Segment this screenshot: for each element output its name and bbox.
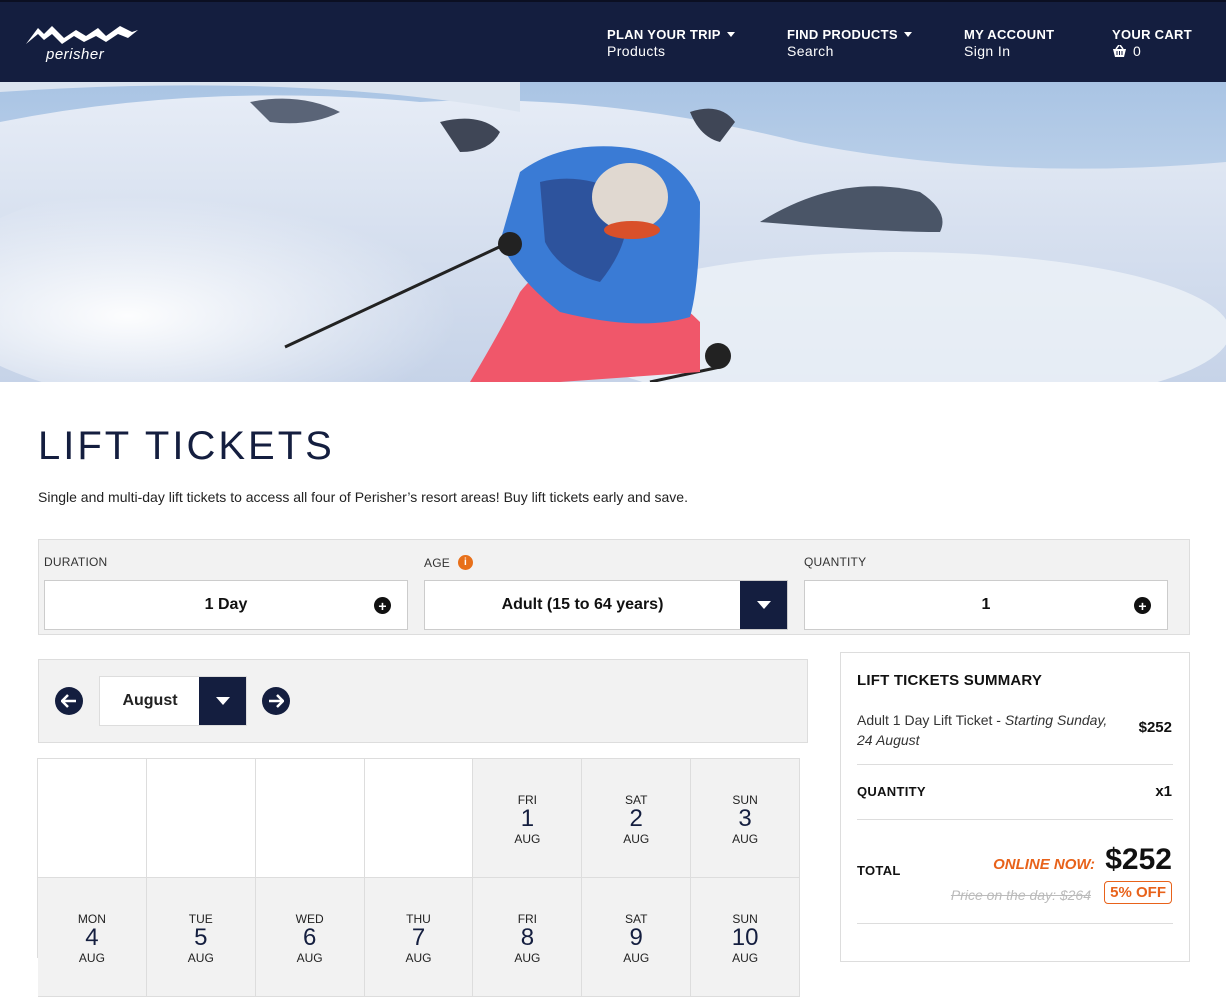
calendar-day[interactable]: FRI 8 AUG (473, 878, 583, 997)
dropdown-arrow-icon[interactable] (740, 581, 787, 629)
calendar-day[interactable]: THU 7 AUG (364, 878, 474, 997)
nav-my-account[interactable]: MY ACCOUNT Sign In (964, 27, 1054, 59)
ticket-options-panel: DURATION 1 Day + AGE i Adult (15 to 64 y… (38, 539, 1190, 635)
lift-tickets-summary: LIFT TICKETS SUMMARY Adult 1 Day Lift Ti… (840, 652, 1190, 962)
info-icon[interactable]: i (457, 555, 473, 570)
calendar-week: FRI 1 AUG SAT 2 AUG SUN 3 AUG (38, 759, 801, 878)
summary-total-label: TOTAL (857, 863, 901, 878)
calendar-empty-cell (255, 759, 365, 878)
calendar-day-number: 1 (520, 805, 535, 832)
calendar-month-abbr: AUG (623, 832, 650, 846)
calendar-empty-cell (38, 759, 147, 878)
calendar-month-abbr: AUG (623, 951, 650, 965)
calendar-month-abbr: AUG (732, 951, 759, 965)
duration-value: 1 Day (204, 596, 248, 613)
page-title: LIFT TICKETS (38, 424, 335, 468)
logo-wordmark: perisher (46, 46, 105, 63)
divider (857, 764, 1173, 765)
nav-your-cart[interactable]: YOUR CART 0 (1112, 27, 1192, 59)
quantity-stepper[interactable]: 1 + (804, 580, 1168, 630)
calendar-day[interactable]: SAT 9 AUG (582, 878, 692, 997)
site-header: perisher PLAN YOUR TRIP Products FIND PR… (0, 0, 1226, 82)
summary-title: LIFT TICKETS SUMMARY (857, 672, 1043, 689)
nav-find-title: FIND PRODUCTS (787, 27, 898, 42)
plus-circle-icon[interactable]: + (374, 597, 391, 614)
calendar-day-number: 8 (520, 924, 535, 951)
age-value: Adult (15 to 64 years) (501, 596, 664, 613)
age-label: AGE i (424, 555, 473, 570)
divider (857, 923, 1173, 924)
summary-item-price: $252 (1138, 719, 1172, 736)
calendar-day[interactable]: SUN 3 AUG (691, 759, 801, 878)
calendar-day[interactable]: FRI 1 AUG (473, 759, 583, 878)
total-price: $252 (1105, 843, 1172, 876)
calendar-day-number: 4 (85, 924, 99, 951)
dropdown-arrow-icon[interactable] (199, 677, 246, 725)
calendar-day-number: 3 (738, 805, 752, 832)
hero-image (0, 82, 1226, 382)
age-select[interactable]: Adult (15 to 64 years) (424, 580, 788, 630)
calendar-day-number: 5 (194, 924, 208, 951)
nav-cart-title: YOUR CART (1112, 27, 1192, 42)
nav-account-title: MY ACCOUNT (964, 27, 1055, 42)
next-month-button[interactable] (262, 687, 290, 715)
calendar-day[interactable]: MON 4 AUG (38, 878, 147, 997)
calendar-day[interactable]: TUE 5 AUG (146, 878, 256, 997)
calendar-empty-cell (146, 759, 256, 878)
caret-down-icon (726, 32, 735, 37)
month-value: August (122, 692, 178, 709)
cart-count: 0 (1133, 43, 1142, 59)
caret-down-icon (903, 32, 912, 37)
basket-icon (1113, 44, 1126, 57)
calendar-month-abbr: AUG (405, 951, 432, 965)
nav-account-sub: Sign In (964, 43, 1011, 59)
calendar-empty-cell (364, 759, 474, 878)
calendar-day[interactable]: SAT 2 AUG (582, 759, 692, 878)
calendar-month-abbr: AUG (187, 951, 214, 965)
duration-label: DURATION (44, 555, 108, 569)
calendar-day-number: 6 (302, 924, 317, 951)
arrow-left-icon (61, 694, 76, 708)
calendar-day-number: 7 (411, 924, 426, 951)
calendar-week: MON 4 AUG TUE 5 AUG WED 6 AUG THU 7 AUG FRI 8 AUG SAT 9 A… (38, 878, 801, 997)
nav-find-sub: Search (787, 43, 834, 59)
arrow-right-icon (269, 694, 284, 708)
page-intro: Single and multi-day lift tickets to acc… (38, 489, 688, 505)
month-select[interactable]: August (99, 676, 247, 726)
nav-find-products[interactable]: FIND PRODUCTS Search (787, 27, 912, 59)
nav-plan-sub: Products (607, 43, 666, 59)
calendar-month-abbr: AUG (78, 951, 105, 965)
discount-badge: 5% OFF (1104, 881, 1172, 904)
month-navigation: August (38, 659, 808, 743)
price-on-the-day: Price on the day: $264 (950, 887, 1091, 903)
calendar-day[interactable]: WED 6 AUG (255, 878, 365, 997)
summary-quantity-label: QUANTITY (857, 784, 926, 799)
nav-plan-title: PLAN YOUR TRIP (607, 27, 721, 42)
divider (857, 819, 1173, 820)
summary-item-name: Adult 1 Day Lift Ticket - (857, 712, 1005, 728)
online-now-label: ONLINE NOW: (993, 856, 1095, 873)
plus-circle-icon[interactable]: + (1134, 597, 1151, 614)
calendar-grid: FRI 1 AUG SAT 2 AUG SUN 3 AUG MON 4 AUG TUE 5 AUG WED 6 A… (37, 758, 801, 997)
calendar-day[interactable]: SUN 10 AUG (691, 878, 801, 997)
summary-item: Adult 1 Day Lift Ticket - Starting Sunda… (857, 710, 1111, 750)
nav-plan-your-trip[interactable]: PLAN YOUR TRIP Products (607, 27, 735, 59)
calendar-month-abbr: AUG (514, 832, 541, 846)
quantity-value: 1 (981, 596, 991, 613)
calendar-day-number: 10 (731, 924, 759, 951)
prev-month-button[interactable] (55, 687, 83, 715)
calendar-day-number: 2 (629, 805, 643, 832)
calendar-month-abbr: AUG (514, 951, 541, 965)
calendar-month-abbr: AUG (732, 832, 759, 846)
calendar-month-abbr: AUG (296, 951, 323, 965)
calendar-day-number: 9 (629, 924, 643, 951)
duration-selector[interactable]: 1 Day + (44, 580, 408, 630)
quantity-label: QUANTITY (804, 555, 867, 569)
summary-quantity-value: x1 (1155, 783, 1172, 800)
